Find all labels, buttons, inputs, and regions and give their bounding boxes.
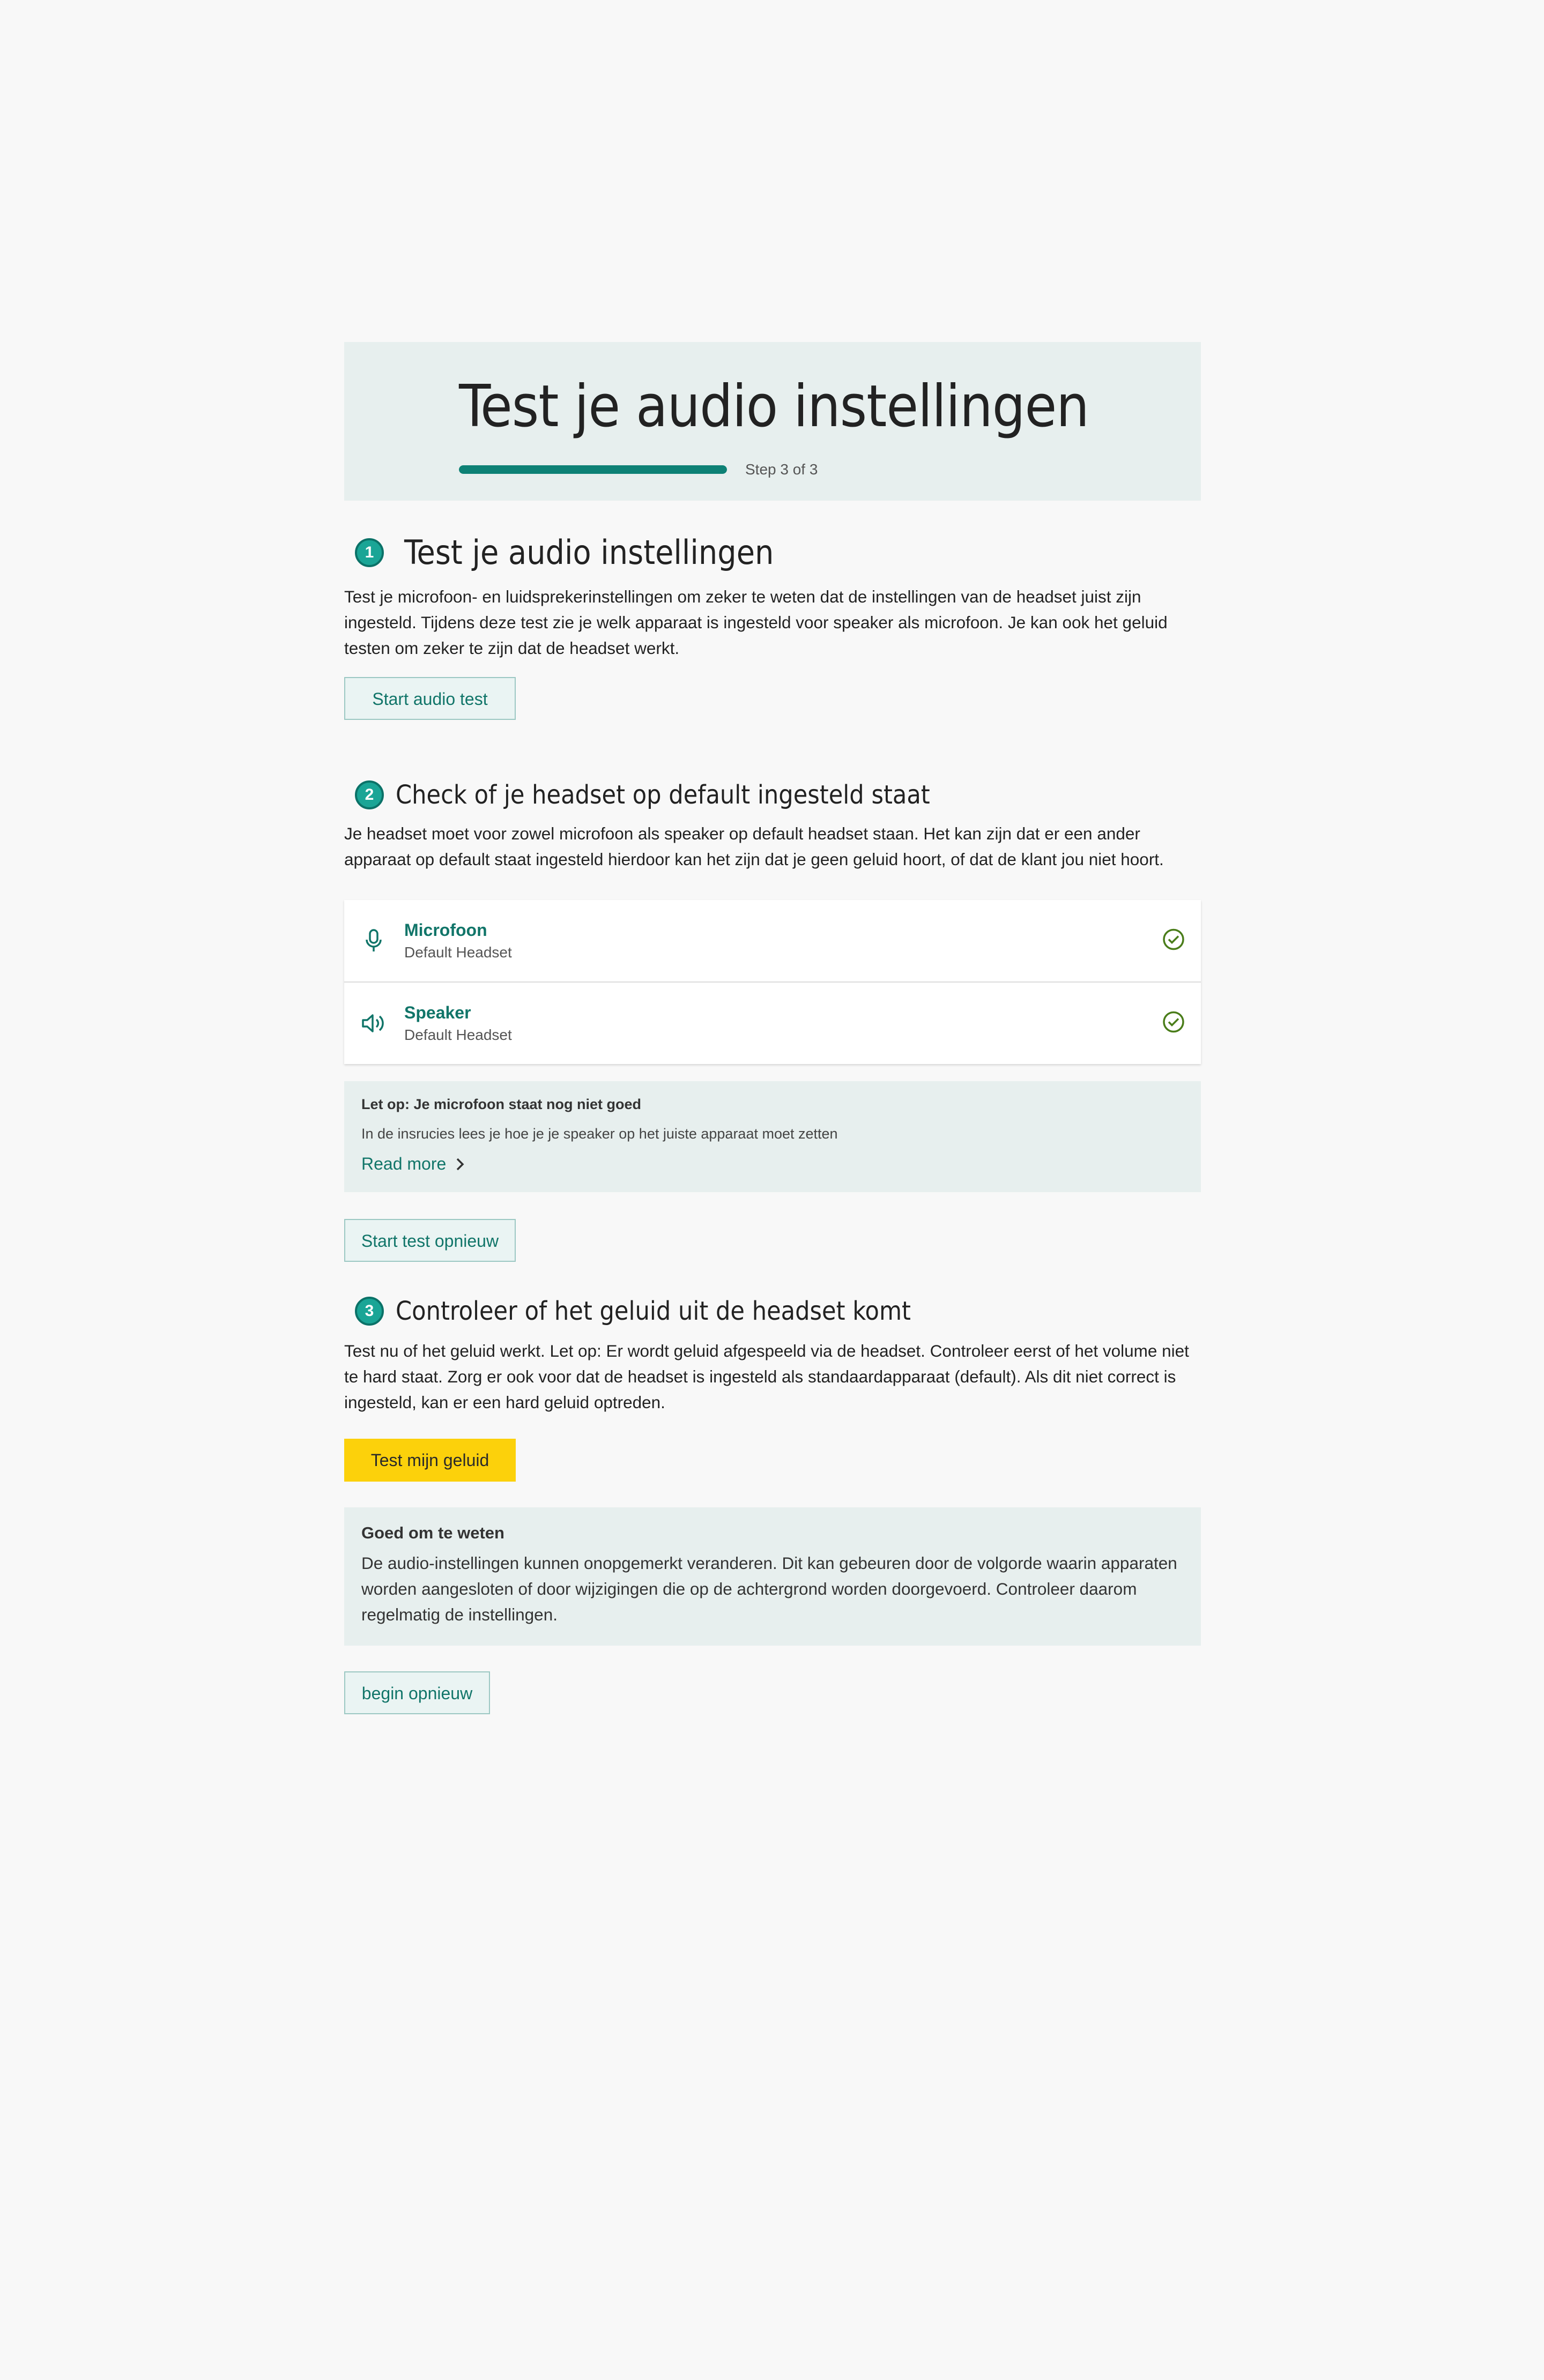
test-sound-button[interactable]: Test mijn geluid bbox=[344, 1439, 516, 1482]
step-3-title: Controleer of het geluid uit de headset … bbox=[396, 1296, 911, 1326]
speaker-icon bbox=[359, 1013, 388, 1034]
device-row-microphone: Microfoon Default Headset bbox=[344, 900, 1201, 981]
read-more-label: Read more bbox=[361, 1154, 447, 1173]
step-2-badge: 2 bbox=[355, 780, 384, 809]
progress-bar bbox=[459, 465, 727, 474]
device-name: Microfoon bbox=[404, 920, 487, 940]
microphone-warning-notice: Let op: Je microfoon staat nog niet goed… bbox=[344, 1081, 1201, 1192]
device-name: Speaker bbox=[404, 1003, 471, 1022]
step-1-header: 1 Test je audio instellingen bbox=[355, 533, 1201, 572]
notice-text: In de insrucies lees je hoe je je speake… bbox=[361, 1126, 838, 1142]
step-2-description: Je headset moet voor zowel microfoon als… bbox=[344, 824, 1164, 869]
step-3-header: 3 Controleer of het geluid uit de headse… bbox=[355, 1296, 1201, 1326]
microphone-icon bbox=[359, 929, 388, 953]
step-2-title: Check of je headset op default ingesteld… bbox=[396, 780, 930, 810]
step-3-description: Test nu of het geluid werkt. Let op: Er … bbox=[344, 1341, 1189, 1412]
step-1-title: Test je audio instellingen bbox=[404, 533, 774, 572]
step-2-section: 2 Check of je headset op default ingeste… bbox=[344, 780, 1201, 1262]
device-row-speaker: Speaker Default Headset bbox=[344, 981, 1201, 1064]
step-3-section: 3 Controleer of het geluid uit de headse… bbox=[344, 1296, 1201, 1714]
info-text: De audio-instellingen kunnen onopgemerkt… bbox=[361, 1553, 1177, 1624]
start-audio-test-button[interactable]: Start audio test bbox=[344, 677, 516, 720]
device-text: Speaker Default Headset bbox=[404, 1001, 512, 1046]
page: Test je audio instellingen Step 3 of 3 1… bbox=[344, 342, 1201, 1714]
device-text: Microfoon Default Headset bbox=[404, 918, 512, 963]
progress: Step 3 of 3 bbox=[459, 461, 818, 478]
step-1-description: Test je microfoon- en luidsprekerinstell… bbox=[344, 587, 1168, 658]
device-list: Microfoon Default Headset Speaker Defaul… bbox=[344, 900, 1201, 1064]
page-title: Test je audio instellingen bbox=[459, 373, 1089, 440]
notice-title: Let op: Je microfoon staat nog niet goed bbox=[361, 1096, 642, 1112]
step-2-header: 2 Check of je headset op default ingeste… bbox=[355, 780, 1201, 810]
step-3-badge: 3 bbox=[355, 1297, 384, 1326]
progress-bar-fill bbox=[459, 465, 727, 474]
restart-test-button[interactable]: Start test opnieuw bbox=[344, 1219, 516, 1262]
check-circle-icon bbox=[1162, 1011, 1185, 1036]
read-more-link[interactable]: Read more bbox=[361, 1154, 464, 1174]
chevron-right-icon bbox=[457, 1158, 464, 1170]
info-panel: Goed om te weten De audio-instellingen k… bbox=[344, 1507, 1201, 1646]
info-title: Goed om te weten bbox=[361, 1523, 504, 1542]
page-header: Test je audio instellingen Step 3 of 3 bbox=[344, 342, 1201, 501]
device-value: Default Headset bbox=[404, 944, 512, 961]
start-over-button[interactable]: begin opnieuw bbox=[344, 1671, 490, 1714]
check-circle-icon bbox=[1162, 928, 1185, 954]
step-1-section: 1 Test je audio instellingen Test je mic… bbox=[344, 533, 1201, 720]
progress-label: Step 3 of 3 bbox=[745, 461, 818, 478]
device-value: Default Headset bbox=[404, 1027, 512, 1043]
step-1-badge: 1 bbox=[355, 538, 384, 567]
